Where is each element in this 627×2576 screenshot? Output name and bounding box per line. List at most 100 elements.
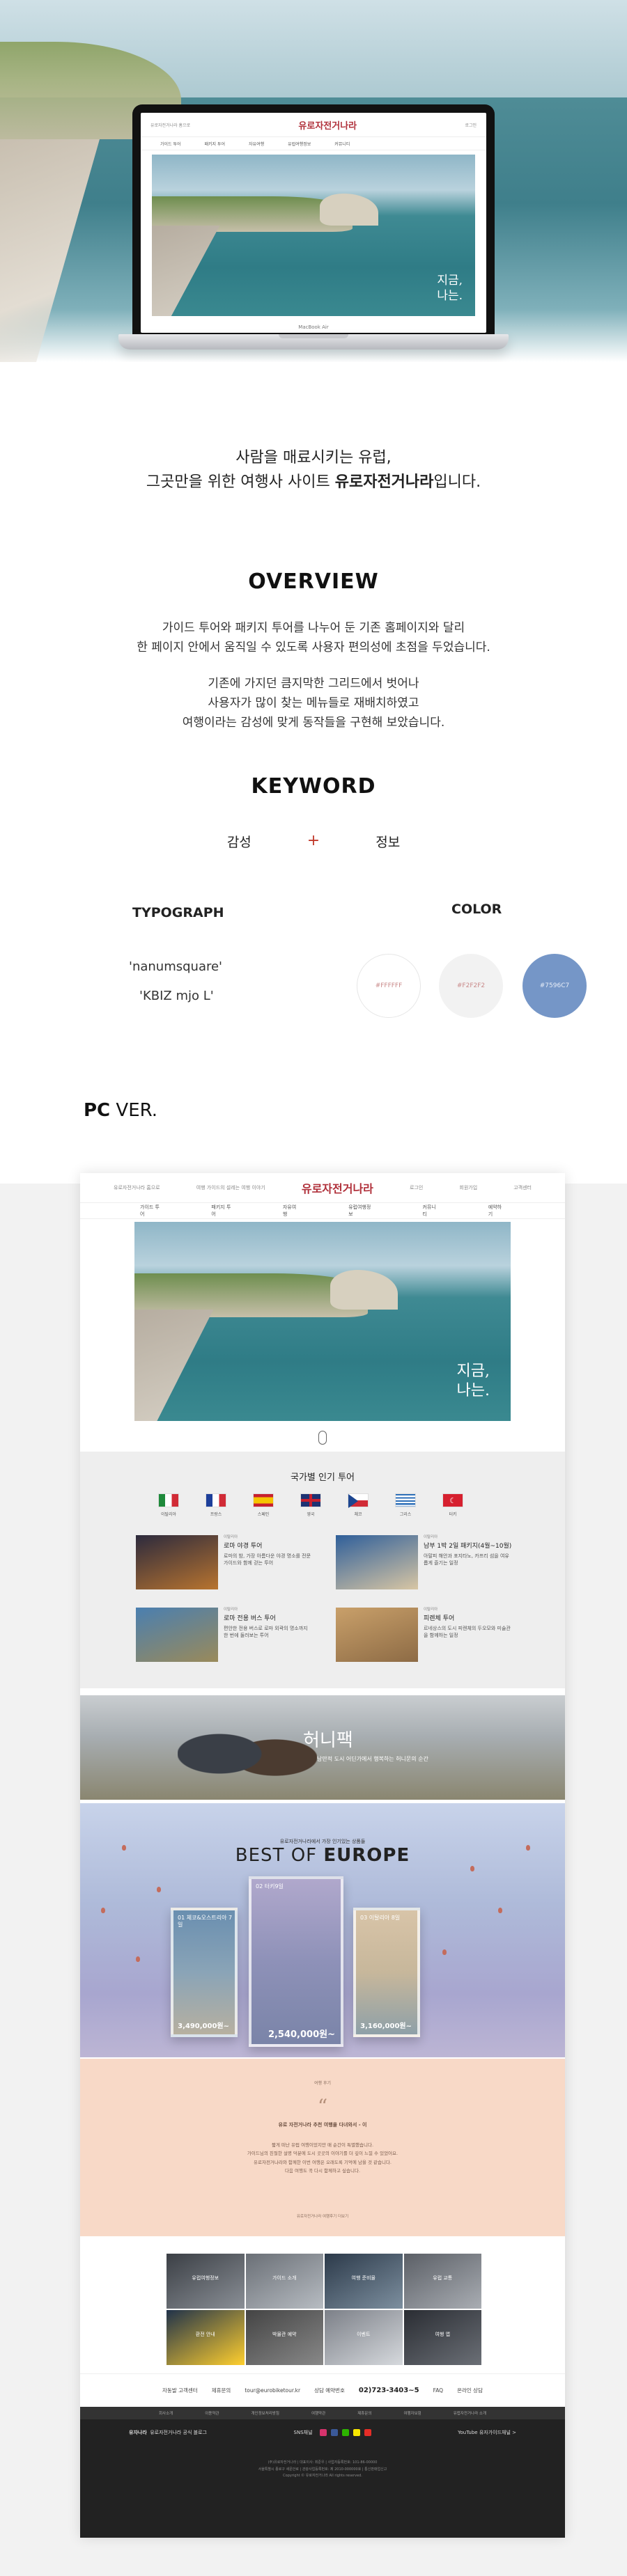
contact-item[interactable]: 자동발 고객센터	[162, 2387, 198, 2394]
footer-menu-item[interactable]: 회사소개	[159, 2410, 173, 2416]
flag-icon	[395, 1493, 416, 1507]
intro-brand: 유로자전거나라	[334, 473, 434, 492]
gallery-label: 유럽 교통	[433, 2275, 453, 2282]
gallery-tile[interactable]: 유럽여행정보	[167, 2254, 245, 2309]
instagram-icon[interactable]	[319, 2429, 327, 2436]
footer-menu-item[interactable]: 여행약관	[311, 2410, 325, 2416]
gallery-label: 여행 앱	[435, 2332, 451, 2338]
flag-label: 그리스	[399, 1512, 412, 1517]
nav-item[interactable]: 패키지 투어	[205, 141, 226, 147]
nav-item[interactable]: 패키지 투어	[211, 1204, 233, 1218]
tour-info: 이탈리아 로마 전용 버스 투어 편안한 전용 버스로 로마 외곽의 명소까지 한 …	[224, 1608, 312, 1662]
faq-link[interactable]: FAQ	[433, 2387, 444, 2394]
gallery-tile[interactable]: 여행 준비물	[325, 2254, 403, 2309]
site-footer: 회사소개 이용약관 개인정보처리방침 여행약관 제휴문의 여행자보험 유럽자전거나라 소개 …	[80, 2407, 565, 2538]
top-left-link-2[interactable]: 여행 가이드의 설레는 여행 이야기	[196, 1184, 265, 1191]
gallery-tile[interactable]: 이벤트	[325, 2310, 403, 2365]
nav-item[interactable]: 커뮤니티	[334, 141, 350, 147]
footer-menu-item[interactable]: 개인정보처리방침	[251, 2410, 279, 2416]
gallery-tile[interactable]: 여행 앱	[403, 2310, 481, 2365]
gallery-tile[interactable]: 가이드 소개	[245, 2254, 323, 2309]
honeymoon-banner[interactable]: 허니팩 낭만적 도시 어딘가에서 행복하는 허니문의 순간	[80, 1695, 565, 1800]
sns-label: SNS채널	[293, 2430, 313, 2435]
tour-card[interactable]: 이탈리아 로마 야경 투어 로마의 밤, 가장 아름다운 야경 명소를 전문 가이드…	[136, 1535, 312, 1589]
ver-label: VER.	[110, 1100, 158, 1121]
contact-phone[interactable]: 02)723-3403~5	[359, 2387, 419, 2394]
slogan-line: 지금,	[437, 273, 463, 288]
youtube-icon[interactable]	[364, 2429, 371, 2436]
nav-item[interactable]: 자유여행	[249, 141, 264, 147]
tour-info: 이탈리아 피렌체 투어 르네상스의 도시 피렌체의 두오모와 미술관을 함께하는 일…	[424, 1608, 512, 1662]
top-left-link[interactable]: 유로자전거나라 홈으로	[114, 1184, 160, 1191]
nav-item[interactable]: 유럽여행정보	[288, 141, 311, 147]
mini-top-left[interactable]: 유로자전거나라 홈으로	[150, 122, 190, 128]
flag-label: 이탈리아	[160, 1512, 177, 1517]
best-card[interactable]: 01 체코&오스트리아 7일 3,490,000원~	[171, 1908, 238, 2037]
review-more-link[interactable]: 유로자전거나라 여행후기 더보기	[80, 2213, 565, 2219]
scroll-down-icon[interactable]	[318, 1431, 327, 1445]
nav-item[interactable]: 예약하기	[488, 1204, 505, 1218]
best-card[interactable]: 02 터키9일 2,540,000원~	[249, 1876, 343, 2047]
flag-icon	[253, 1493, 274, 1507]
mini-top-right[interactable]: 로그인	[465, 122, 477, 128]
gallery-tile[interactable]: 환전 안내	[167, 2310, 245, 2365]
footer-menu-item[interactable]: 이용약관	[205, 2410, 219, 2416]
flag-item[interactable]: 그리스	[395, 1493, 416, 1517]
slogan-line: 지금,	[456, 1362, 490, 1380]
balloon-icon	[136, 1956, 140, 1962]
flag-item[interactable]: 이탈리아	[158, 1493, 179, 1517]
overview-title: OVERVIEW	[248, 570, 379, 594]
footer-menu-item[interactable]: 제휴문의	[357, 2410, 371, 2416]
flag-item[interactable]: 프랑스	[206, 1493, 226, 1517]
best-card[interactable]: 03 이탈리아 8일 3,160,000원~	[353, 1908, 420, 2037]
facebook-icon[interactable]	[330, 2429, 338, 2436]
laptop-base	[118, 334, 509, 350]
flag-label: 스페인	[257, 1512, 270, 1517]
keyword-row: 감성 + 정보	[0, 832, 627, 851]
youtube-channel-link[interactable]: YouTube 유자가이드채널 >	[458, 2429, 516, 2436]
flag-item[interactable]: 스페인	[253, 1493, 274, 1517]
tour-desc: 아말피 해안과 포지타노, 카프리 섬을 여유롭게 즐기는 일정	[424, 1553, 509, 1566]
overview-line: 기존에 가지던 큼지막한 그리드에서 벗어나	[208, 677, 419, 691]
footer-menu: 회사소개 이용약관 개인정보처리방침 여행약관 제휴문의 여행자보험 유럽자전거나라 소개	[80, 2407, 565, 2419]
site-nav: 가이드 투어 패키지 투어 자유여행 유럽여행정보 커뮤니티 예약하기	[80, 1202, 565, 1219]
flag-item[interactable]: 체코	[348, 1493, 369, 1517]
nav-item[interactable]: 가이드 투어	[140, 1204, 162, 1218]
overview-line: 한 페이지 안에서 움직일 수 있도록 사용자 편의성에 초점을 두었습니다.	[137, 641, 490, 655]
tour-card[interactable]: 이탈리아 로마 전용 버스 투어 편안한 전용 버스로 로마 외곽의 명소까지 한 …	[136, 1608, 312, 1662]
nav-item[interactable]: 가이드 투어	[160, 141, 181, 147]
tour-desc: 르네상스의 도시 피렌체의 두오모와 미술관을 함께하는 일정	[424, 1626, 511, 1639]
footer-blog-link[interactable]: 유로자전거나라 공식 블로그	[150, 2430, 207, 2435]
nav-item[interactable]: 커뮤니티	[422, 1204, 439, 1218]
honeymoon-title: 허니팩	[303, 1730, 353, 1751]
balloon-icon	[526, 1845, 530, 1851]
plus-icon: +	[307, 832, 320, 849]
kakao-icon[interactable]	[353, 2429, 360, 2436]
laptop-notch	[279, 334, 348, 338]
site-logo[interactable]: 유로자전거나라	[298, 118, 357, 132]
color-swatch: #7596C7	[522, 954, 587, 1018]
tour-card[interactable]: 이탈리아 남부 1박 2일 패키지(4월~10월) 아말피 해안과 포지타노, 카프…	[336, 1535, 512, 1589]
contact-email[interactable]: tour@eurobiketour.kr	[245, 2387, 300, 2394]
flag-item[interactable]: 영국	[300, 1493, 321, 1517]
online-consult-link[interactable]: 온라인 상담	[457, 2387, 483, 2394]
join-link[interactable]: 회원가입	[459, 1184, 477, 1191]
nav-item[interactable]: 유럽여행정보	[348, 1204, 373, 1218]
site-logo[interactable]: 유로자전거나라	[302, 1179, 373, 1196]
mini-site-nav: 가이드 투어 패키지 투어 자유여행 유럽여행정보 커뮤니티	[141, 136, 486, 150]
tour-card[interactable]: 이탈리아 피렌체 투어 르네상스의 도시 피렌체의 두오모와 미술관을 함께하는 일…	[336, 1608, 512, 1662]
gallery-label: 여행 준비물	[351, 2275, 376, 2282]
best-title: BEST OF EUROPE	[80, 1845, 565, 1866]
info-gallery: 유럽여행정보 가이드 소개 여행 준비물 유럽 교통환전 안내 박물관 예약 이벤트 여행 …	[80, 2238, 565, 2371]
blog-icon[interactable]	[341, 2429, 349, 2436]
tour-thumbnail	[336, 1608, 418, 1662]
gallery-tile[interactable]: 유럽 교통	[403, 2254, 481, 2309]
gallery-tile[interactable]: 박물관 예약	[245, 2310, 323, 2365]
footer-menu-item[interactable]: 유럽자전거나라 소개	[454, 2410, 486, 2416]
footer-menu-item[interactable]: 여행자보험	[403, 2410, 421, 2416]
cs-link[interactable]: 고객센터	[513, 1184, 532, 1191]
flag-item[interactable]: ☾ 터키	[442, 1493, 463, 1517]
login-link[interactable]: 로그인	[410, 1184, 423, 1191]
country-flags: 이탈리아 프랑스 스페인 영국 체코 그리스 ☾ 터키	[158, 1493, 463, 1517]
nav-item[interactable]: 자유여행	[283, 1204, 300, 1218]
